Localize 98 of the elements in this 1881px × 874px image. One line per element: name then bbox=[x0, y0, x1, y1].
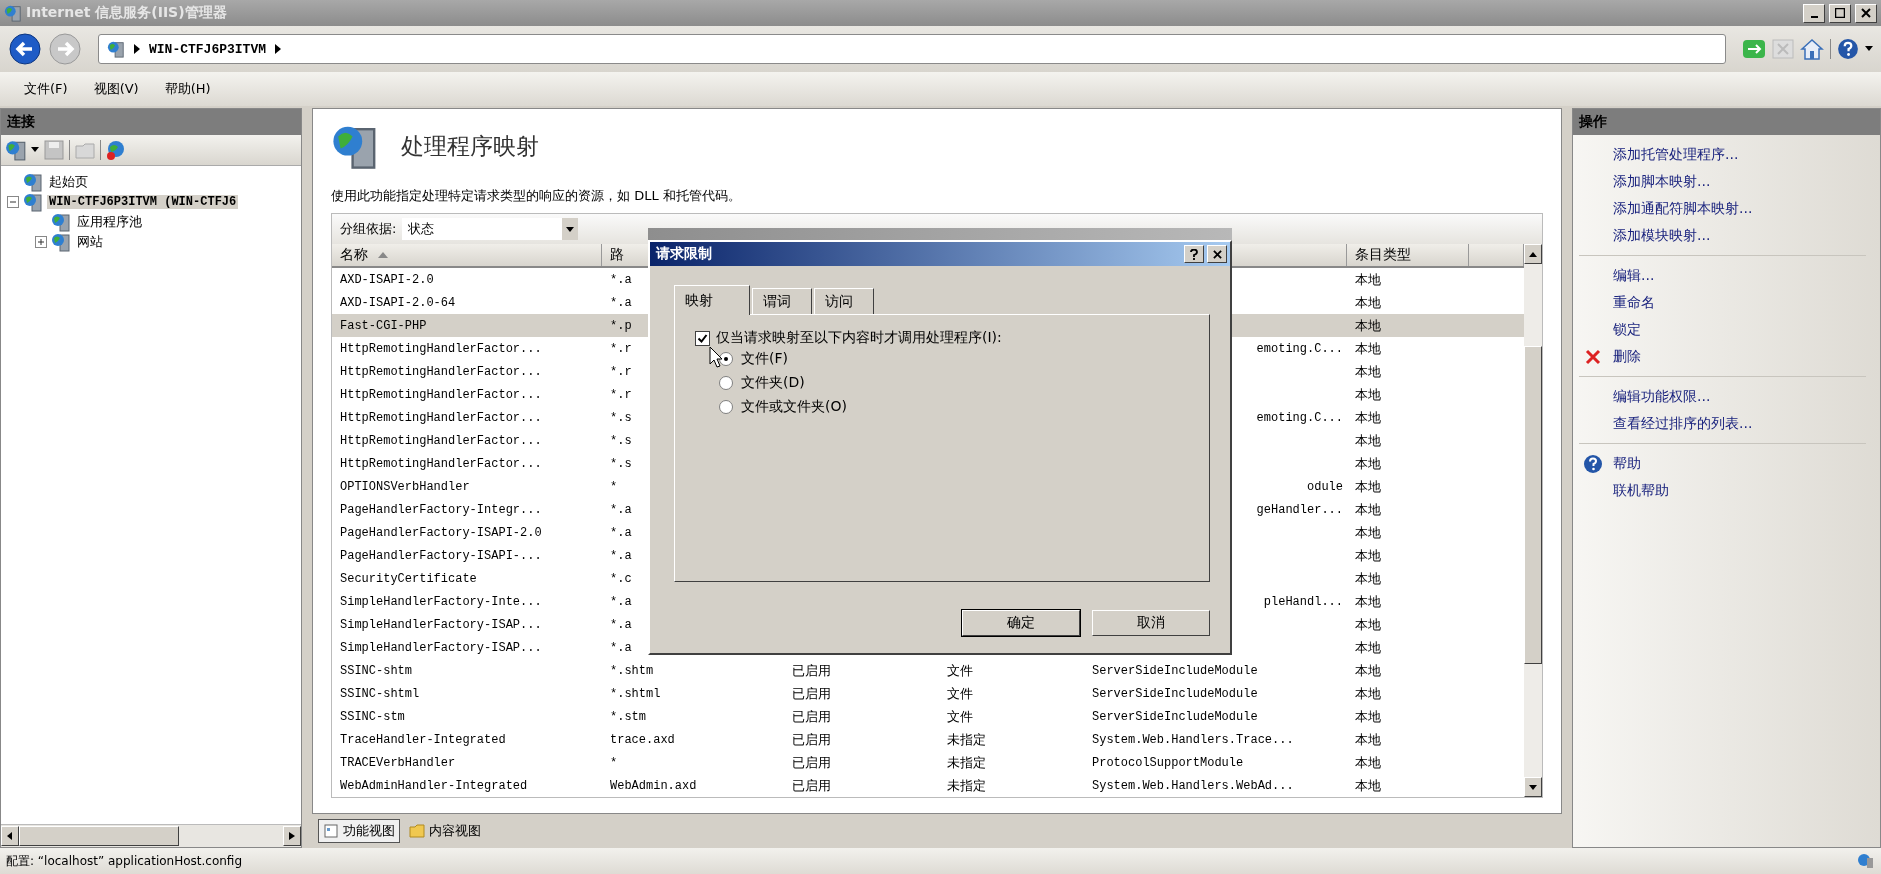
table-cell-text: 本地 bbox=[1354, 707, 1382, 726]
table-cell-text: *.c bbox=[609, 571, 633, 586]
table-cell-text: ProtocolSupportModule bbox=[1091, 755, 1245, 770]
table-cell-text: 本地 bbox=[1354, 270, 1382, 289]
table-cell-text: PageHandlerFactory-Integr... bbox=[339, 502, 543, 517]
table-cell-text: 本地 bbox=[1354, 684, 1382, 703]
table-cell-text: 本地 bbox=[1354, 661, 1382, 680]
table-cell-text: 本地 bbox=[1354, 592, 1382, 611]
table-cell-text: 文件 bbox=[946, 684, 974, 703]
status-text: 配置: “localhost” applicationHost.config bbox=[6, 852, 243, 870]
table-cell-text: trace.axd bbox=[609, 732, 676, 747]
table-cell-text: 未指定 bbox=[946, 776, 987, 795]
table-cell-text: 未指定 bbox=[946, 730, 987, 749]
table-cell-text: ServerSideIncludeModule bbox=[1091, 709, 1259, 724]
table-cell-text: HttpRemotingHandlerFactor... bbox=[339, 341, 543, 356]
table-cell-text: *.stm bbox=[609, 709, 647, 724]
table-cell-text: HttpRemotingHandlerFactor... bbox=[339, 387, 543, 402]
panel-title: 操作 bbox=[1573, 109, 1880, 135]
table-cell-text: HttpRemotingHandlerFactor... bbox=[339, 364, 543, 379]
page-title: 处理程序映射 bbox=[401, 131, 539, 161]
table-cell-text: *.a bbox=[609, 272, 633, 287]
table-cell-text: 未指定 bbox=[946, 753, 987, 772]
table-cell-text: *.a bbox=[609, 295, 633, 310]
table-cell-text: *.a bbox=[609, 640, 633, 655]
table-cell-text: 本地 bbox=[1354, 385, 1382, 404]
table-cell-text: *.shtml bbox=[609, 686, 662, 701]
table-cell-text: AXD-ISAPI-2.0-64 bbox=[339, 295, 457, 310]
panel-title: 连接 bbox=[1, 109, 301, 135]
table-cell-text: *.r bbox=[609, 387, 633, 402]
table-cell-text: HttpRemotingHandlerFactor... bbox=[339, 410, 543, 425]
table-cell-text: SimpleHandlerFactory-Inte... bbox=[339, 594, 543, 609]
table-cell-text: 本地 bbox=[1354, 523, 1382, 542]
table-cell-text: *.r bbox=[609, 341, 633, 356]
table-cell-text: 文件 bbox=[946, 707, 974, 726]
table-cell-text: TraceHandler-Integrated bbox=[339, 732, 507, 747]
table-cell-text: TRACEVerbHandler bbox=[339, 755, 457, 770]
table-cell-text: SSINC-shtml bbox=[339, 686, 421, 701]
table-cell-text: 本地 bbox=[1354, 500, 1382, 519]
dialog-title: 请求限制 bbox=[656, 245, 712, 263]
table-cell-text: *.a bbox=[609, 594, 633, 609]
table-cell-text: *.s bbox=[609, 433, 633, 448]
table-cell-text: SecurityCertificate bbox=[339, 571, 478, 586]
table-cell-text: Fast-CGI-PHP bbox=[339, 318, 428, 333]
table-cell-text: *.s bbox=[609, 456, 633, 471]
table-cell-text: * bbox=[609, 755, 619, 770]
table-cell-text: SSINC-stm bbox=[339, 709, 406, 724]
table-cell-text: PageHandlerFactory-ISAPI-2.0 bbox=[339, 525, 543, 540]
table-cell-text: ServerSideIncludeModule bbox=[1091, 686, 1259, 701]
table-cell-text: System.Web.Handlers.WebAd... bbox=[1091, 778, 1295, 793]
table-cell-text: geHandler... bbox=[1255, 502, 1344, 517]
window-title: Internet 信息服务(IIS)管理器 bbox=[26, 4, 227, 22]
group-by-label: 分组依据: bbox=[340, 220, 397, 238]
table-cell-text: SimpleHandlerFactory-ISAP... bbox=[339, 617, 543, 632]
table-cell-text: PageHandlerFactory-ISAPI-... bbox=[339, 548, 543, 563]
table-cell-text: 文件 bbox=[946, 661, 974, 680]
table-cell-text: 已启用 bbox=[791, 684, 832, 703]
table-cell-text: 本地 bbox=[1354, 569, 1382, 588]
table-cell-text: System.Web.Handlers.Trace... bbox=[1091, 732, 1295, 747]
table-cell-text: *.s bbox=[609, 410, 633, 425]
table-cell-text: 已启用 bbox=[791, 776, 832, 795]
table-cell-text: *.a bbox=[609, 548, 633, 563]
table-cell-text: AXD-ISAPI-2.0 bbox=[339, 272, 435, 287]
table-cell-text: *.shtm bbox=[609, 663, 655, 678]
table-cell-text: *.a bbox=[609, 502, 633, 517]
table-cell-text: HttpRemotingHandlerFactor... bbox=[339, 456, 543, 471]
table-cell-text: 本地 bbox=[1354, 776, 1382, 795]
table-cell-text: 本地 bbox=[1354, 753, 1382, 772]
table-cell-text: OPTIONSVerbHandler bbox=[339, 479, 471, 494]
table-cell-text: 本地 bbox=[1354, 546, 1382, 565]
table-cell-text: 已启用 bbox=[791, 707, 832, 726]
table-cell-text: ServerSideIncludeModule bbox=[1091, 663, 1259, 678]
table-cell-text: odule bbox=[1306, 479, 1344, 494]
table-cell-text: 本地 bbox=[1354, 362, 1382, 381]
table-cell-text: 本地 bbox=[1354, 316, 1382, 335]
table-cell-text: HttpRemotingHandlerFactor... bbox=[339, 433, 543, 448]
table-cell-text: 已启用 bbox=[791, 730, 832, 749]
table-cell-text: pleHandl... bbox=[1262, 594, 1344, 609]
table-cell-text: *.a bbox=[609, 525, 633, 540]
table-cell-text: 本地 bbox=[1354, 431, 1382, 450]
table-cell-text: 已启用 bbox=[791, 661, 832, 680]
table-cell-text: WebAdmin.axd bbox=[609, 778, 698, 793]
table-cell-text: *.a bbox=[609, 617, 633, 632]
table-cell-text: emoting.C... bbox=[1255, 410, 1344, 425]
table-cell-text: 本地 bbox=[1354, 730, 1382, 749]
table-cell-text: emoting.C... bbox=[1255, 341, 1344, 356]
table-cell-text: 本地 bbox=[1354, 339, 1382, 358]
page-description: 使用此功能指定处理特定请求类型的响应的资源，如 DLL 和托管代码。 bbox=[331, 187, 742, 205]
table-cell-text: WebAdminHandler-Integrated bbox=[339, 778, 529, 793]
table-cell-text: 本地 bbox=[1354, 477, 1382, 496]
table-cell-text: 本地 bbox=[1354, 638, 1382, 657]
table-cell-text: *.r bbox=[609, 364, 633, 379]
table-cell-text: SSINC-shtm bbox=[339, 663, 413, 678]
table-cell-text: * bbox=[609, 479, 619, 494]
table-cell-text: 本地 bbox=[1354, 454, 1382, 473]
table-cell-text: *.p bbox=[609, 318, 633, 333]
table-cell-text: SimpleHandlerFactory-ISAP... bbox=[339, 640, 543, 655]
table-cell-text: 本地 bbox=[1354, 408, 1382, 427]
table-cell-text: 已启用 bbox=[791, 753, 832, 772]
